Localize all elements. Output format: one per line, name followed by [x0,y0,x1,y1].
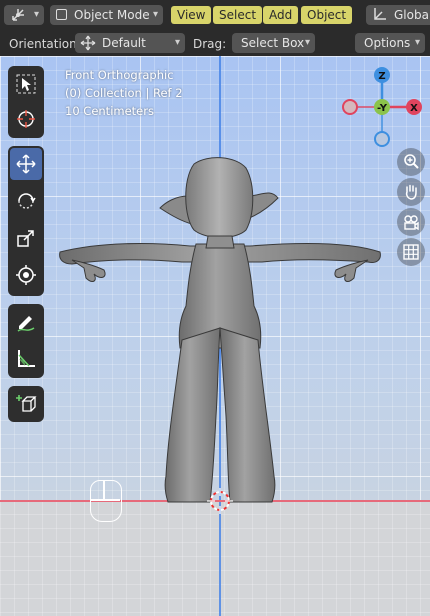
cursor-arrow-icon [16,74,36,94]
camera-icon [404,215,419,231]
annotate-pencil-icon [17,316,35,332]
gizmo-x-label: X [410,103,418,114]
drag-label: Drag: [193,37,227,51]
gizmo-neg-z [374,131,390,147]
view-name: Front Orthographic [65,68,174,82]
mode-dropdown[interactable]: Object Mode ▾ [50,5,163,25]
transform-tool[interactable] [10,259,42,291]
orientation-icon [372,6,388,28]
cursor-tool[interactable] [10,103,42,135]
menu-view[interactable]: View [171,6,212,24]
scale-icon [17,230,34,247]
drag-dropdown[interactable]: Select Box ▾ [232,33,315,53]
3d-cursor-icon[interactable] [207,488,233,514]
gizmo-y-label: -Y [377,103,388,114]
orientation-value: Default [102,36,146,50]
mode-label: Object Mode [74,8,150,22]
transform-orientation-dropdown[interactable]: Global [366,5,430,25]
perspective-toggle-button[interactable] [397,238,425,266]
grid-icon [403,244,419,260]
menu-object[interactable]: Object [301,6,353,24]
zoom-icon [404,154,419,169]
toolbar-annotate-group [8,304,44,378]
grid-scale: 10 Centimeters [65,104,154,118]
rotate-tool[interactable] [10,185,42,217]
crosshair-icon [17,110,35,128]
viewport-header: ▾ Object Mode ▾ View Select Add Object G… [0,0,430,32]
toolbar-transform-group [8,146,44,296]
ruler-icon [18,350,35,367]
select-box-tool[interactable] [10,68,42,100]
drag-value: Select Box [241,36,305,50]
move-tool[interactable] [10,148,42,180]
menu-select[interactable]: Select [213,6,263,24]
options-label: Options [364,36,411,50]
chevron-down-icon: ▾ [174,37,180,48]
orientation-global-label: Global [394,8,430,22]
zoom-button[interactable] [397,148,425,176]
add-cube-icon [16,395,37,412]
scale-tool[interactable] [10,222,42,254]
orientation-label: Orientation: [9,37,81,51]
rotate-icon [18,193,36,209]
navigation-gizmo[interactable]: Z X -Y [340,62,430,152]
chevron-down-icon: ▾ [414,37,420,48]
mouse-hint-icon [90,480,122,522]
editor-type-button[interactable]: ▾ [4,5,44,25]
transform-gizmo-icon [10,7,26,29]
chevron-down-icon: ▾ [152,9,158,20]
orientation-dropdown[interactable]: Default ▾ [75,33,185,53]
chevron-down-icon: ▾ [304,37,310,48]
object-mode-icon [56,9,67,20]
hand-icon [405,184,417,200]
collection-info: (0) Collection | Ref 2 [65,86,183,100]
camera-view-button[interactable] [397,208,425,236]
orientation-default-icon [80,35,96,57]
3d-viewport[interactable]: Front Orthographic (0) Collection | Ref … [0,56,430,616]
toolbar-add-group [8,386,44,422]
add-cube-tool[interactable] [10,388,42,420]
annotate-tool[interactable] [10,306,42,338]
transform-icon [16,265,36,285]
gizmo-neg-x [342,99,358,115]
options-dropdown[interactable]: Options ▾ [355,33,425,53]
pan-button[interactable] [397,178,425,206]
menu-add[interactable]: Add [263,6,299,24]
measure-tool[interactable] [10,342,42,374]
tool-settings-header: Orientation: Default ▾ Drag: Select Box … [0,32,430,56]
gizmo-z-label: Z [378,71,385,82]
chevron-down-icon: ▾ [33,9,39,20]
toolbar-select-group [8,66,44,138]
move-arrows-icon [16,154,36,174]
